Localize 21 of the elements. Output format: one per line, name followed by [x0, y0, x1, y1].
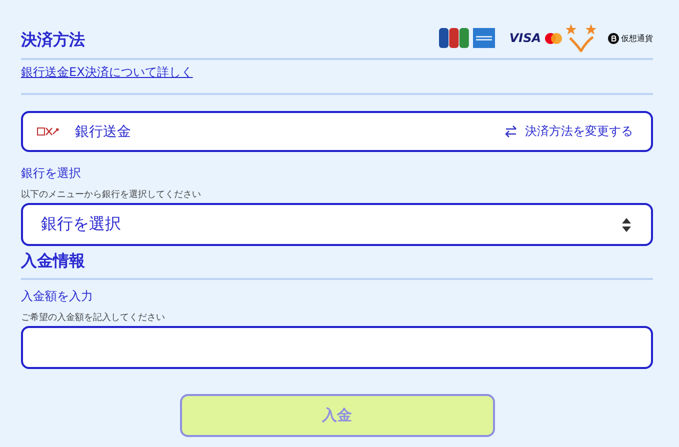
field-label: 銀行を選択 [21, 165, 81, 182]
section-title: 決済方法 [21, 30, 85, 50]
stars-logo-icon [566, 24, 596, 52]
field-label: 入金額を入力 [21, 288, 93, 305]
change-method-link[interactable]: 決済方法を変更する [525, 123, 633, 140]
amount-input-field[interactable] [21, 326, 653, 369]
visa-logo: VISA [509, 31, 541, 45]
crypto-label: 仮想通貨 [621, 32, 653, 44]
bitcoin-icon [608, 32, 619, 44]
field-hint: ご希望の入金額を記入してください [21, 312, 165, 324]
ex-logo-icon [37, 127, 59, 136]
bank-select[interactable]: 銀行を選択 [21, 203, 653, 246]
sort-arrows-icon [622, 218, 631, 232]
payment-method-name: 銀行送金 [75, 122, 131, 140]
section-title: 入金情報 [21, 251, 85, 272]
card-logo-icon [439, 28, 470, 48]
card-logo-icon [545, 32, 562, 44]
card-logo-icon [473, 28, 496, 48]
field-hint: 以下のメニューから銀行を選択してください [21, 188, 201, 201]
swap-icon [505, 125, 517, 138]
details-link[interactable]: 銀行送金EX決済について詳しく [21, 64, 193, 81]
